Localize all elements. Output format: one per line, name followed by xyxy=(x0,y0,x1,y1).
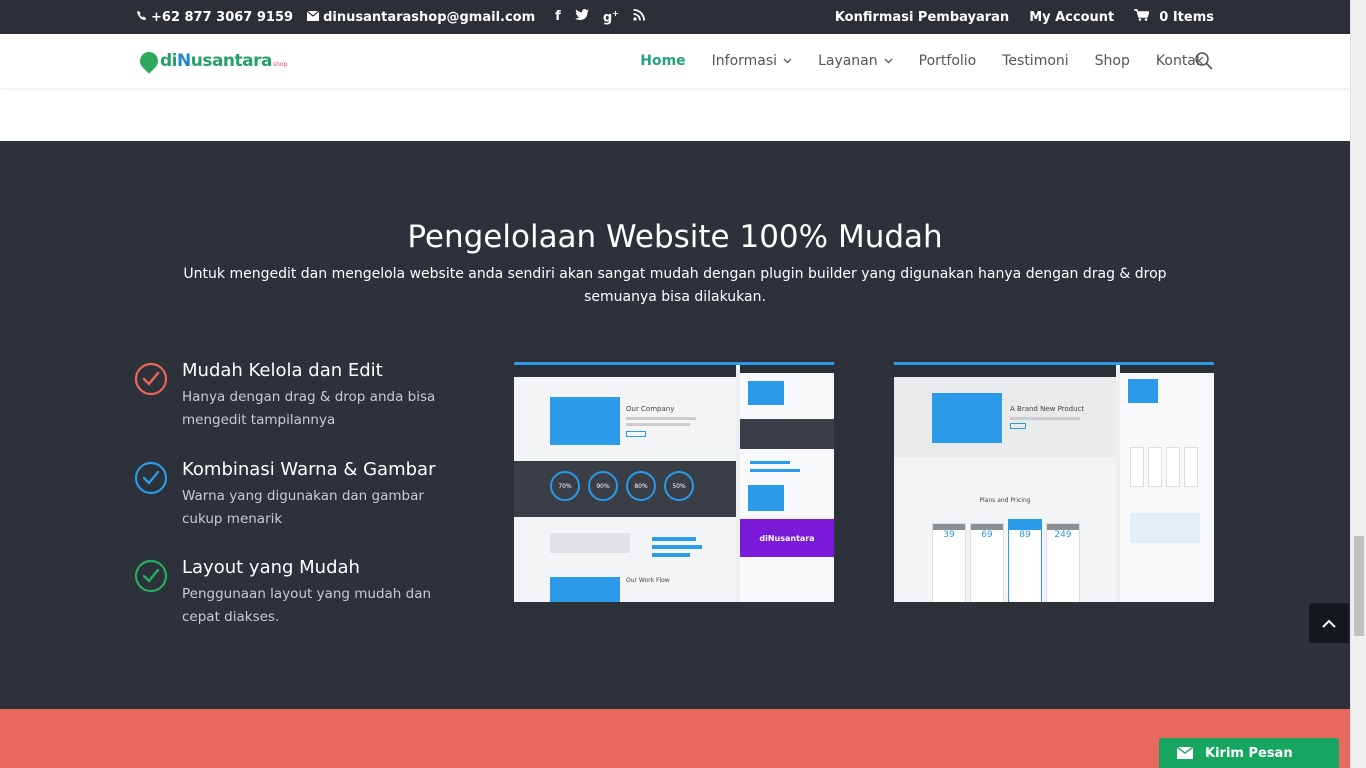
feature-title: Layout yang Mudah xyxy=(182,557,360,578)
envelope-icon xyxy=(306,10,320,25)
kirim-pesan-button[interactable]: Kirim Pesan xyxy=(1159,738,1339,768)
nav-testimoni[interactable]: Testimoni xyxy=(1002,53,1068,69)
preview-product-text: A Brand New Product xyxy=(1010,405,1085,413)
section-subtitle: Untuk mengedit dan mengelola website and… xyxy=(183,266,1167,305)
logo-mark-icon xyxy=(136,48,162,74)
social-links: f g+ xyxy=(555,9,645,25)
feature-title: Mudah Kelola dan Edit xyxy=(182,360,383,381)
logo-text: diNusantara xyxy=(160,51,272,71)
chevron-up-icon xyxy=(1321,614,1337,633)
twitter-icon[interactable] xyxy=(574,9,589,25)
konfirmasi-link[interactable]: Konfirmasi Pembayaran xyxy=(835,10,1009,25)
check-circle-icon xyxy=(134,362,168,396)
check-circle-icon xyxy=(134,461,168,495)
search-icon[interactable] xyxy=(1194,51,1214,71)
feature-title: Kombinasi Warna & Gambar xyxy=(182,459,436,480)
preview-work-text: Our Work Flow xyxy=(626,577,670,584)
nav-portfolio[interactable]: Portfolio xyxy=(919,53,977,69)
preview-plans-text: Plans and Pricing xyxy=(979,497,1031,504)
top-bar: +62 877 3067 9159 dinusantarashop@gmail.… xyxy=(0,0,1350,34)
cart-count: 0 Items xyxy=(1159,9,1214,25)
logo-shop-label: shop xyxy=(272,60,288,68)
feature-desc: Penggunaan layout yang mudah dan cepat d… xyxy=(182,586,432,625)
next-section-band xyxy=(0,709,1350,768)
preview-stat: 80% xyxy=(626,471,656,501)
envelope-icon xyxy=(1169,741,1201,765)
cart-icon xyxy=(1134,9,1150,25)
rss-icon[interactable] xyxy=(633,9,645,25)
page-scrollbar[interactable] xyxy=(1350,0,1366,768)
section-title: Pengelolaan Website 100% Mudah xyxy=(407,219,943,255)
preview-brand-banner: diNusantara xyxy=(740,519,834,557)
main-header: diNusantara shop Home Informasi Layanan … xyxy=(0,34,1350,88)
cart-link[interactable]: 0 Items xyxy=(1134,9,1214,25)
nav-layanan[interactable]: Layanan xyxy=(818,53,893,69)
scrollbar-thumb[interactable] xyxy=(1354,536,1364,636)
chevron-down-icon xyxy=(783,56,792,67)
chevron-down-icon xyxy=(884,56,893,67)
nav-home[interactable]: Home xyxy=(640,53,685,69)
website-preview-2: A Brand New Product Plans and Pricing 39… xyxy=(894,362,1214,602)
preview-company-text: Our Company xyxy=(626,405,675,413)
email-address: dinusantarashop@gmail.com xyxy=(323,9,536,25)
back-to-top-button[interactable] xyxy=(1309,603,1349,643)
website-preview-1: Our Company 70% 90% 80% 50% Our Work Flo… xyxy=(514,362,834,602)
site-logo[interactable]: diNusantara shop xyxy=(136,48,288,74)
phone-icon xyxy=(136,10,147,25)
feature-desc: Warna yang digunakan dan gambar cukup me… xyxy=(182,488,424,527)
phone-number: +62 877 3067 9159 xyxy=(151,9,294,25)
preview-stat: 50% xyxy=(664,471,694,501)
my-account-link[interactable]: My Account xyxy=(1029,10,1114,25)
feature-desc: Hanya dengan drag & drop anda bisa menge… xyxy=(182,389,436,428)
check-circle-icon xyxy=(134,559,168,593)
google-plus-icon[interactable]: g+ xyxy=(603,9,619,25)
main-nav: Home Informasi Layanan Portfolio Testimo… xyxy=(640,34,1204,88)
preview-stat: 90% xyxy=(588,471,618,501)
kirim-pesan-label: Kirim Pesan xyxy=(1205,745,1293,761)
preview-stat: 70% xyxy=(550,471,580,501)
email-contact[interactable]: dinusantarashop@gmail.com xyxy=(306,9,536,25)
phone-contact[interactable]: +62 877 3067 9159 xyxy=(136,10,293,25)
nav-shop[interactable]: Shop xyxy=(1095,53,1130,69)
facebook-icon[interactable]: f xyxy=(555,9,561,25)
nav-informasi[interactable]: Informasi xyxy=(712,53,792,69)
